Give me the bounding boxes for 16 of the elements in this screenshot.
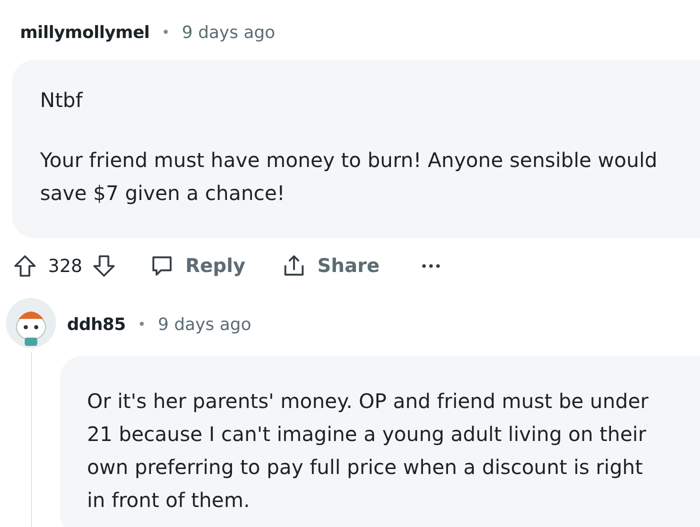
comment-text: Your friend must have money to burn! Anyone sensible would save $7 given a chance! (40, 147, 658, 207)
separator-dot: • (162, 25, 170, 41)
separator-dot: • (138, 317, 146, 333)
comment-text: Ntbf (40, 87, 84, 114)
up-arrow-icon (12, 253, 38, 279)
username[interactable]: millymollymel (20, 23, 150, 43)
share-button[interactable]: Share (281, 248, 380, 284)
timestamp: 9 days ago (158, 315, 252, 335)
down-arrow-icon (91, 253, 118, 279)
avatar-icon (6, 298, 56, 348)
timestamp: 9 days ago (182, 23, 276, 43)
more-dots-icon (422, 264, 440, 268)
username[interactable]: ddh85 (67, 315, 126, 335)
vote-count: 328 (48, 256, 82, 276)
reply-button[interactable]: Reply (149, 248, 246, 284)
comment-text: Or it's her parents' money. OP and friend must be under 21 because I can't imagine a young adult living on their own preferring to pay full price when a discount is right in front of them. (87, 388, 650, 514)
